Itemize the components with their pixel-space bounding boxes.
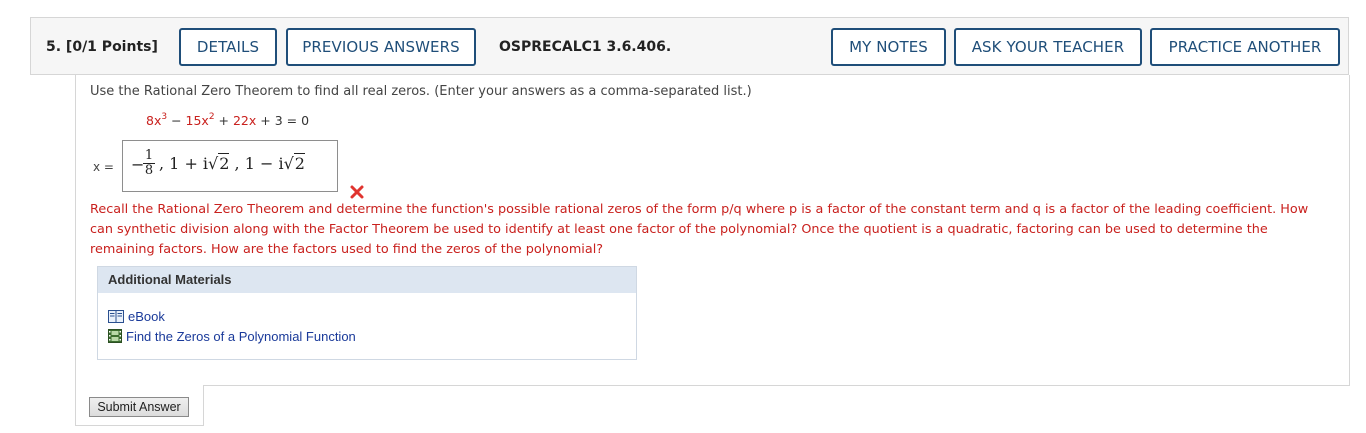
sqrt-radicand: 2 <box>218 153 230 173</box>
eq-term-coef: 15 <box>185 113 202 128</box>
fraction-numerator: 1 <box>144 148 154 163</box>
additional-materials-panel: Additional Materials eBook Find the Zero… <box>97 266 637 360</box>
incorrect-x-icon <box>350 185 364 199</box>
eq-operator: + <box>214 113 233 128</box>
additional-materials-title: Additional Materials <box>98 267 636 293</box>
details-button[interactable]: DETAILS <box>179 28 277 66</box>
answer-label: x = <box>93 160 114 174</box>
eq-term-coef: 22 <box>232 113 249 128</box>
film-icon <box>108 329 122 343</box>
answer-fraction: 1 8 <box>143 149 155 178</box>
submit-answer-button[interactable]: Submit Answer <box>89 397 189 417</box>
answer-part: , 1 − i <box>229 154 284 173</box>
ebook-link-label: eBook <box>128 309 165 324</box>
practice-another-button[interactable]: PRACTICE ANOTHER <box>1150 28 1340 66</box>
polynomial-equation: 8x3 − 15x2 + 22x + 3 = 0 <box>146 112 309 128</box>
book-icon <box>108 310 124 323</box>
answer-part: , 1 + i <box>159 154 209 173</box>
answer-input[interactable]: − 1 8 , 1 + i√2 , 1 − i√2 <box>122 140 338 192</box>
my-notes-button[interactable]: MY NOTES <box>831 28 946 66</box>
eq-term-var: x <box>201 113 209 128</box>
eq-rest: + 3 = 0 <box>256 113 310 128</box>
answer-expression: , 1 + i√2 , 1 − i√2 <box>159 153 305 173</box>
eq-operator: − <box>167 113 186 128</box>
fraction-denominator: 8 <box>143 163 155 178</box>
video-link[interactable]: Find the Zeros of a Polynomial Function <box>108 329 356 344</box>
question-instruction: Use the Rational Zero Theorem to find al… <box>90 84 752 99</box>
ask-your-teacher-button[interactable]: ASK YOUR TEACHER <box>954 28 1142 66</box>
question-points-label: 5. [0/1 Points] <box>46 39 158 55</box>
ebook-link[interactable]: eBook <box>108 309 165 324</box>
previous-answers-button[interactable]: PREVIOUS ANSWERS <box>286 28 476 66</box>
feedback-text: Recall the Rational Zero Theorem and det… <box>90 202 1309 257</box>
question-code: OSPRECALC1 3.6.406. <box>499 39 672 55</box>
video-link-label: Find the Zeros of a Polynomial Function <box>126 329 356 344</box>
sqrt-radicand: 2 <box>293 153 305 173</box>
eq-term-coef: 8 <box>146 113 154 128</box>
sqrt-symbol: √ <box>208 154 219 173</box>
submit-area: Submit Answer <box>75 385 204 426</box>
question-header: 5. [0/1 Points] DETAILS PREVIOUS ANSWERS… <box>30 17 1349 75</box>
sqrt-symbol: √ <box>283 154 294 173</box>
